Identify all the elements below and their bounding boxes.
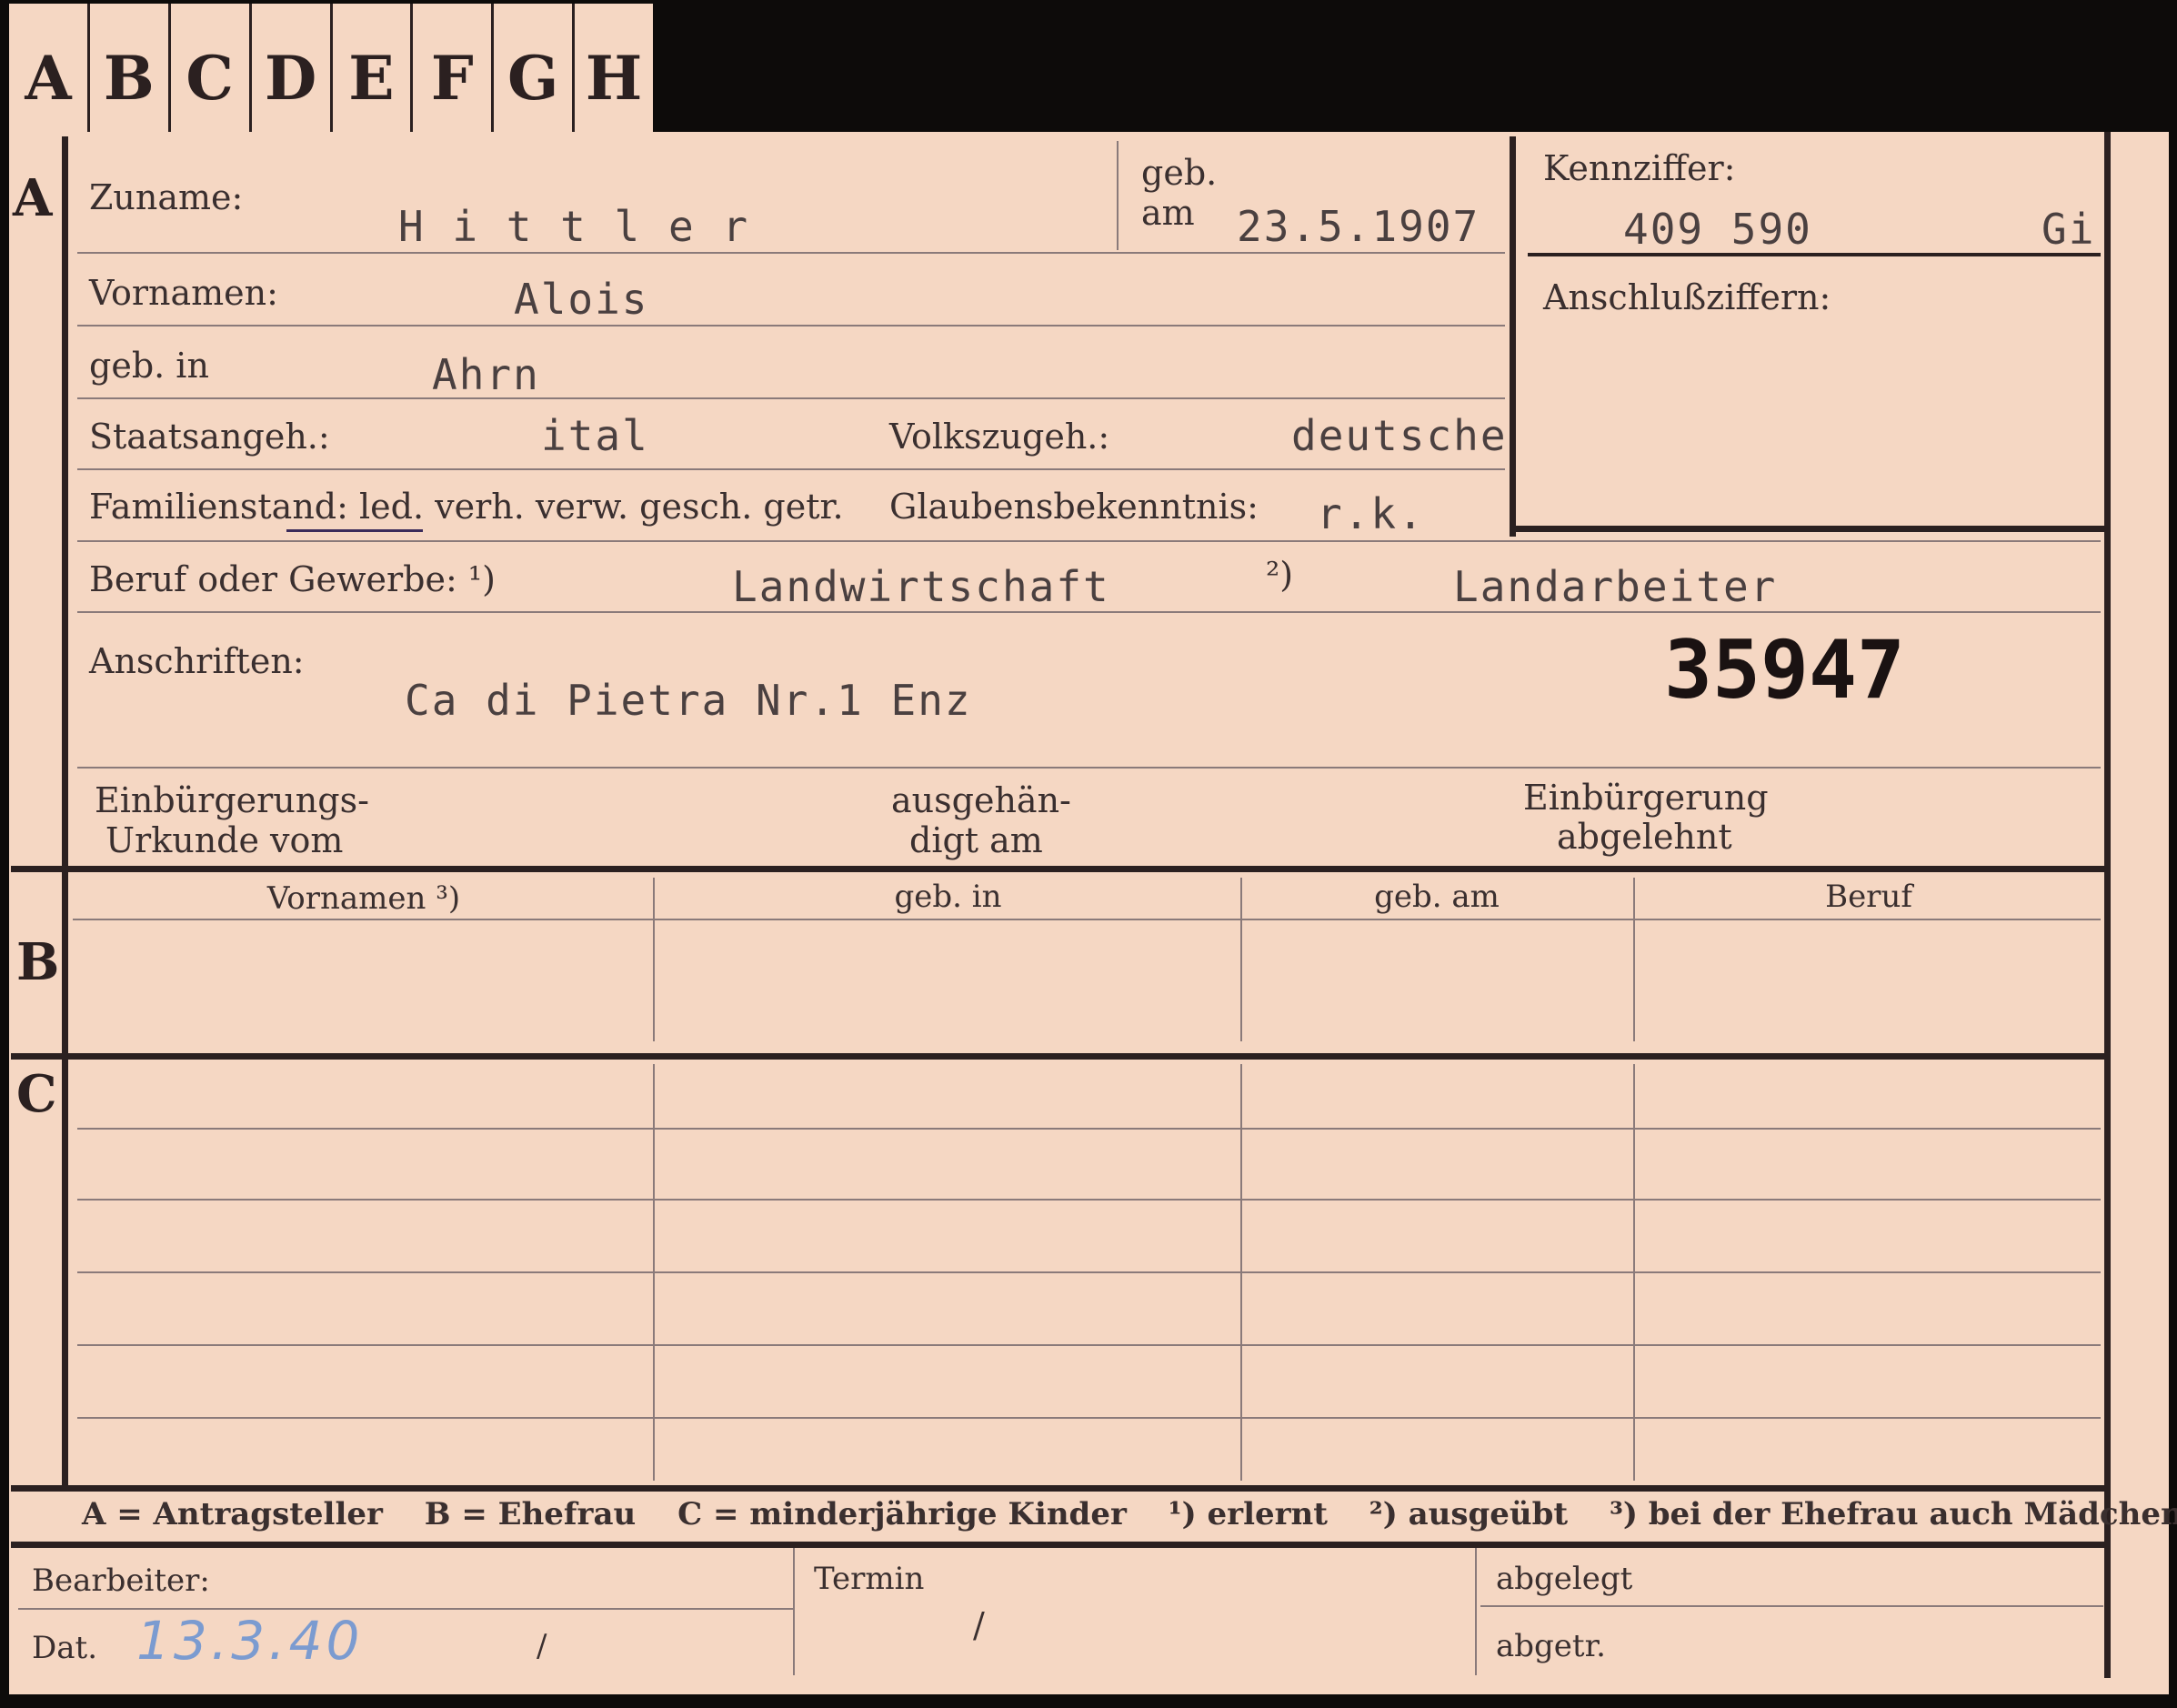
kennziffer-box-left xyxy=(1510,136,1516,537)
beruf-ausgeuebt-value: Landarbeiter xyxy=(1453,562,1778,611)
row-line xyxy=(77,468,1505,470)
legend-item: A = Antragsteller xyxy=(82,1496,383,1532)
col-line xyxy=(653,878,655,1041)
section-a-b-divider xyxy=(11,866,2107,872)
index-tab: G xyxy=(494,4,576,136)
row-line xyxy=(77,325,1505,327)
row-line xyxy=(77,767,2101,769)
geb-am-label: geb. xyxy=(1141,153,1218,193)
kennziffer-underline xyxy=(1528,253,2101,256)
section-b-c-divider xyxy=(11,1053,2107,1060)
row-line xyxy=(77,540,2101,542)
ausgehaendigt-label-1: ausgehän- xyxy=(891,780,1071,820)
index-tab: A xyxy=(9,4,90,136)
staatsangeh-value: ital xyxy=(541,411,649,460)
glaubens-value: r.k. xyxy=(1317,489,1425,538)
vornamen-label: Vornamen: xyxy=(89,273,278,313)
abgetr-label: abgetr. xyxy=(1496,1628,1606,1664)
anschriften-label: Anschriften: xyxy=(89,641,305,681)
row-line xyxy=(77,1344,2101,1346)
termin-mark: / xyxy=(973,1605,985,1645)
familienstand-label: Familienstand: led. verh. verw. gesch. g… xyxy=(89,487,844,527)
geb-in-value: Ahrn xyxy=(432,350,540,399)
right-border xyxy=(2104,132,2111,1678)
bearbeiter-label: Bearbeiter: xyxy=(32,1562,210,1599)
beruf-label: Beruf oder Gewerbe: ¹) xyxy=(89,559,496,599)
row-line xyxy=(77,397,1505,399)
index-tab: D xyxy=(252,4,333,136)
vornamen-value: Alois xyxy=(514,275,649,324)
col-line xyxy=(1240,878,1242,1041)
legend-item: C = minderjährige Kinder xyxy=(677,1496,1127,1532)
geb-in-label: geb. in xyxy=(89,346,209,386)
legend-bottom-line xyxy=(11,1542,2107,1548)
index-tabs: A B C D E F G H xyxy=(9,4,653,136)
legend-top-line xyxy=(11,1485,2107,1492)
section-b-letter: B xyxy=(16,932,60,992)
legend-item: ¹) erlernt xyxy=(1168,1496,1328,1532)
einbuergerungs-label-2: Urkunde vom xyxy=(105,820,344,860)
beruf-2-label: ²) xyxy=(1266,555,1294,595)
kennziffer-value: 409 590 xyxy=(1623,205,1812,254)
abgelegt-label: abgelegt xyxy=(1496,1561,1633,1597)
zuname-value: H i t t l e r xyxy=(398,202,750,251)
row-line xyxy=(77,1417,2101,1419)
termin-label: Termin xyxy=(814,1561,925,1597)
table-header-vornamen: Vornamen ³) xyxy=(266,880,461,917)
ausgehaendigt-label-2: digt am xyxy=(909,820,1043,860)
section-a-letter: A xyxy=(13,168,53,228)
table-header-beruf: Beruf xyxy=(1825,879,1912,915)
zuname-divider xyxy=(1117,141,1119,250)
date-slash: / xyxy=(537,1628,547,1664)
einbuergerung-abgelehnt-label-2: abgelehnt xyxy=(1557,817,1732,857)
table-header-geb-in: geb. in xyxy=(894,879,1002,915)
row-line xyxy=(77,1199,2101,1201)
col-line xyxy=(1475,1548,1477,1675)
legend-item: B = Ehefrau xyxy=(424,1496,637,1532)
index-tab: E xyxy=(333,4,414,136)
row-line xyxy=(77,252,1505,254)
kennziffer-label: Kennziffer: xyxy=(1543,148,1736,188)
row-line xyxy=(77,1128,2101,1130)
col-line xyxy=(1633,878,1635,1041)
geb-am-label-2: am xyxy=(1141,193,1195,233)
col-line xyxy=(793,1548,795,1675)
index-tab: F xyxy=(413,4,495,136)
stamp-number: 35947 xyxy=(1664,623,1905,717)
row-line xyxy=(77,1271,2101,1273)
handwritten-date: 13.3.40 xyxy=(136,1610,364,1672)
volkszugeh-value: deutsche xyxy=(1291,411,1508,460)
geb-am-value: 23.5.1907 xyxy=(1237,202,1480,251)
row-line xyxy=(18,1608,793,1610)
zuname-label: Zuname: xyxy=(89,177,244,217)
staatsangeh-label: Staatsangeh.: xyxy=(89,417,330,457)
anschrift-value: Ca di Pietra Nr.1 Enz xyxy=(405,676,972,725)
row-line xyxy=(77,611,2101,613)
kennziffer-box-bottom xyxy=(1510,526,2105,532)
section-c-letter: C xyxy=(16,1064,57,1124)
row-line xyxy=(1480,1605,2103,1607)
legend-item: ³) bei der Ehefrau auch Mädchenname xyxy=(1609,1496,2177,1532)
index-tab: H xyxy=(585,42,643,114)
einbuergerungs-label-1: Einbürgerungs- xyxy=(95,780,369,820)
row-line xyxy=(73,919,2101,920)
dat-label: Dat. xyxy=(32,1630,98,1666)
kennziffer-suffix: Gi xyxy=(2042,205,2096,254)
volkszugeh-label: Volkszugeh.: xyxy=(889,417,1110,457)
index-tab: B xyxy=(90,4,171,136)
familienstand-underline xyxy=(286,529,423,532)
legend: A = Antragsteller B = Ehefrau C = minder… xyxy=(82,1496,2177,1532)
anschlussziffern-label: Anschlußziffern: xyxy=(1543,277,1831,317)
einbuergerung-abgelehnt-label-1: Einbürgerung xyxy=(1523,778,1769,818)
beruf-erlernt-value: Landwirtschaft xyxy=(732,562,1110,611)
left-border xyxy=(62,136,68,1492)
glaubens-label: Glaubensbekenntnis: xyxy=(889,487,1259,527)
legend-item: ²) ausgeübt xyxy=(1369,1496,1569,1532)
index-tab: C xyxy=(171,4,252,136)
table-header-geb-am: geb. am xyxy=(1374,879,1500,915)
